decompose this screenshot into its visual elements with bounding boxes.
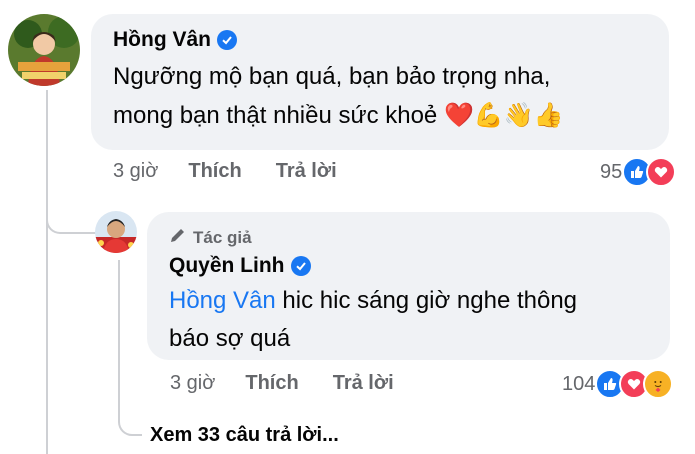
author-badge: Tác giả (169, 226, 252, 249)
reaction-count: 104 (562, 372, 596, 395)
reply-author-name[interactable]: Quyền Linh (169, 254, 285, 278)
reply-button[interactable]: Trả lời (276, 160, 337, 183)
comment-text-line: mong bạn thật nhiều sức khoẻ ❤️💪👋👍 (113, 101, 564, 129)
reaction-summary[interactable]: 104 (562, 369, 674, 399)
comment-actions: 3 giờ Thích Trả lời (113, 160, 371, 183)
comment-text-line: Ngưỡng mộ bạn quá, bạn bảo trọng nha, (113, 63, 551, 90)
avatar-hong-van[interactable] (8, 14, 80, 86)
view-more-replies-link[interactable]: Xem 33 câu trả lời... (150, 424, 339, 447)
pencil-icon (169, 226, 187, 249)
reply-text-line: báo sợ quá (169, 325, 291, 352)
emoji-heart-muscle-wave-thumbs-icon: ❤️💪👋👍 (443, 101, 564, 129)
reply-actions: 3 giờ Thích Trả lời (170, 372, 428, 395)
comment-text: Ngưỡng mộ bạn quá, bạn bảo trọng nha, mo… (113, 58, 563, 135)
thread-line-branch-more (118, 400, 142, 436)
comment-time[interactable]: 3 giờ (113, 160, 158, 183)
like-button[interactable]: Thích (188, 160, 241, 183)
reply-text-line: Hồng Vân hic hic sáng giờ nghe thông (169, 287, 578, 314)
reply-text: Hồng Vân hic hic sáng giờ nghe thông báo… (169, 282, 577, 358)
avatar-quyen-linh[interactable] (95, 211, 137, 253)
verified-badge-icon (290, 256, 311, 276)
author-badge-label: Tác giả (193, 227, 252, 247)
reply-time[interactable]: 3 giờ (170, 372, 215, 395)
reaction-summary[interactable]: 95 (600, 157, 677, 187)
comment-author-row: Hồng Vân (113, 28, 237, 52)
like-button[interactable]: Thích (245, 372, 298, 395)
reply-author-row: Quyền Linh (169, 254, 311, 278)
reply-bubble-quyen-linh: Tác giả Quyền Linh Hồng Vân hic hic sáng… (147, 212, 670, 360)
thread-line-branch-reply (46, 190, 98, 234)
reply-button[interactable]: Trả lời (333, 372, 394, 395)
verified-badge-icon (217, 30, 237, 50)
comment-author-name[interactable]: Hồng Vân (113, 28, 211, 52)
love-icon (646, 157, 677, 187)
care-icon (643, 369, 674, 399)
mention-link[interactable]: Hồng Vân (169, 287, 276, 314)
comment-bubble-hong-van: Hồng Vân Ngưỡng mộ bạn quá, bạn bảo trọn… (91, 14, 669, 150)
thread-line-reply (118, 260, 120, 420)
reaction-count: 95 (600, 160, 623, 183)
thread-line-main (46, 90, 48, 454)
